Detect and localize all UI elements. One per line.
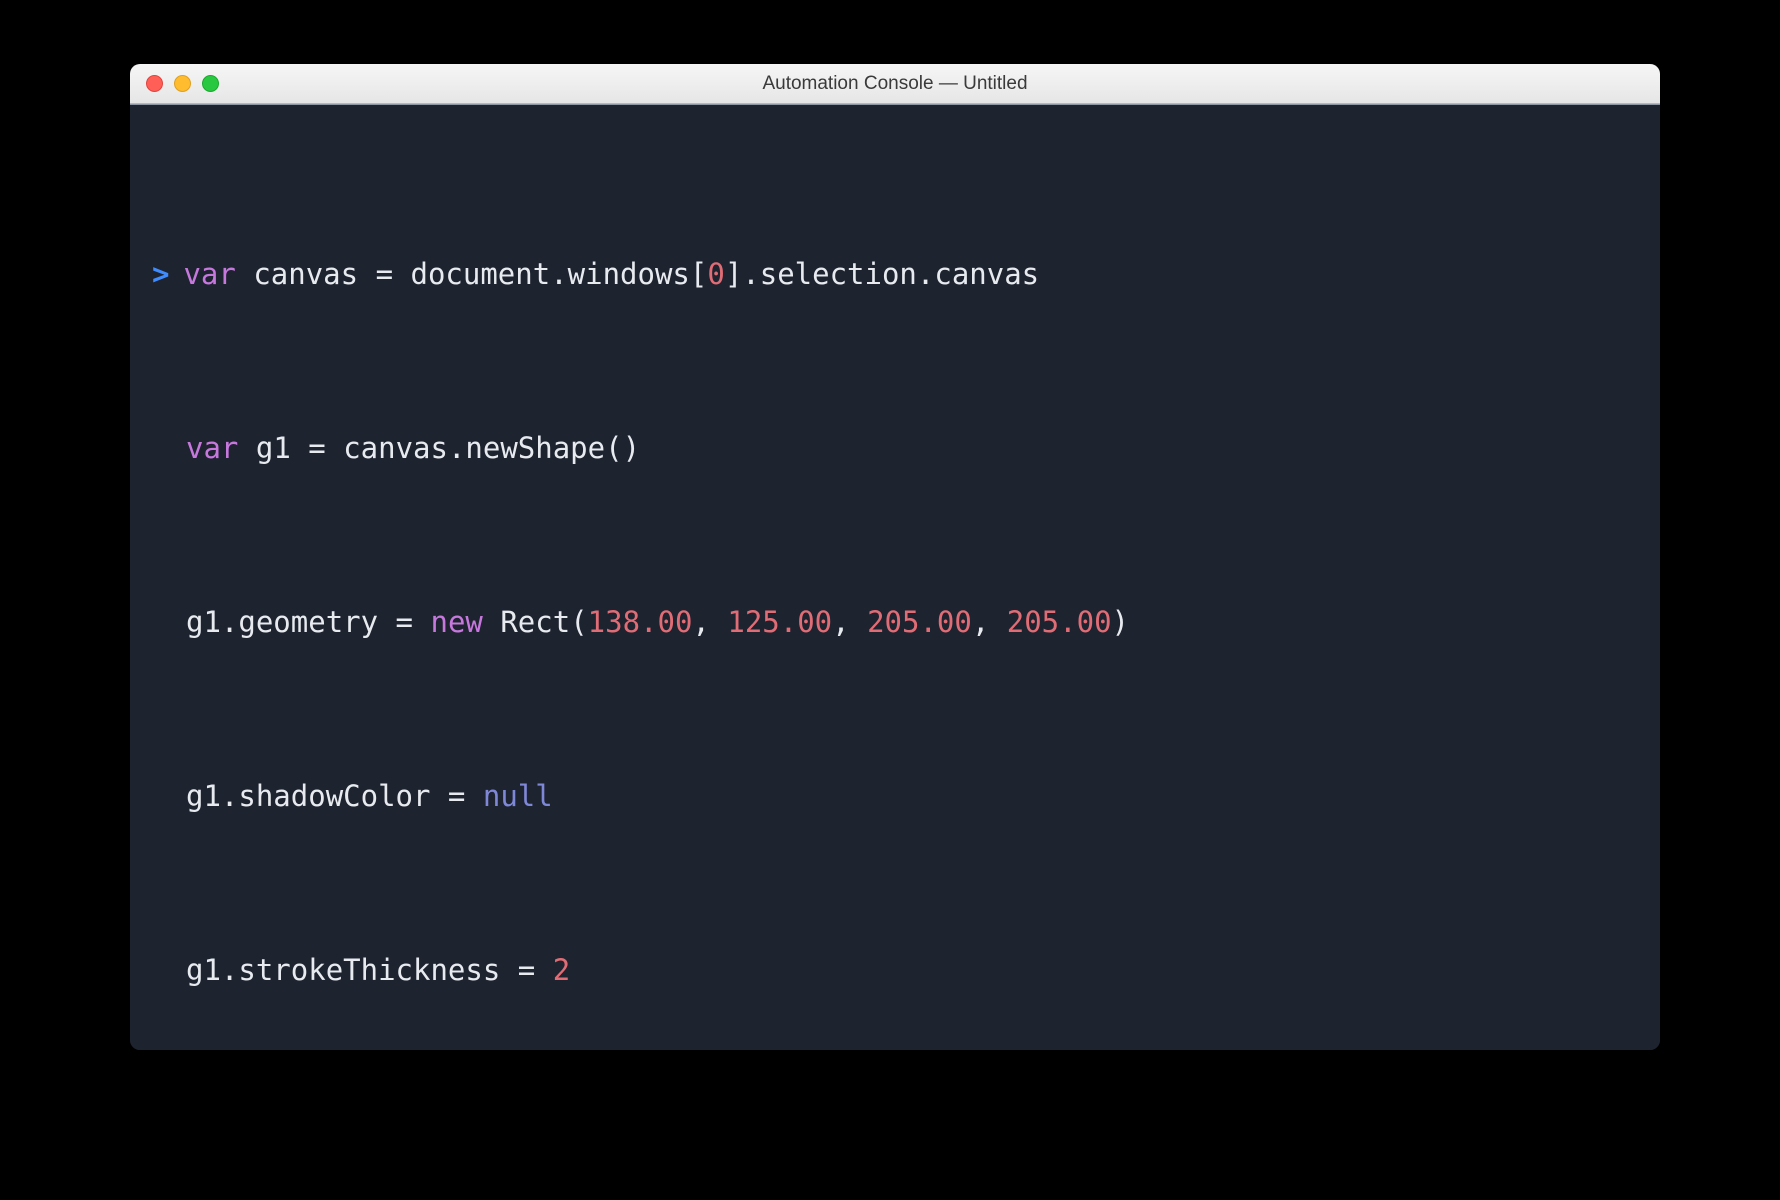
close-button[interactable] <box>146 75 163 92</box>
prompt-icon: > <box>152 245 169 303</box>
code-line-2: var g1 = canvas.newShape() <box>186 419 1638 477</box>
code-input[interactable]: > var canvas = document.windows[0].selec… <box>152 129 1638 1050</box>
input-pane[interactable]: > var canvas = document.windows[0].selec… <box>130 105 1660 1050</box>
maximize-button[interactable] <box>202 75 219 92</box>
traffic-lights <box>130 75 219 92</box>
code-line-4: g1.shadowColor = null <box>186 767 1638 825</box>
titlebar[interactable]: Automation Console — Untitled <box>130 64 1660 104</box>
minimize-button[interactable] <box>174 75 191 92</box>
code-line-1: > var canvas = document.windows[0].selec… <box>152 245 1638 303</box>
code-text: var canvas = document.windows[0].selecti… <box>183 245 1039 303</box>
window-title: Automation Console — Untitled <box>130 73 1660 95</box>
code-line-3: g1.geometry = new Rect(138.00, 125.00, 2… <box>186 593 1638 651</box>
console-window: Automation Console — Untitled > var canv… <box>130 64 1660 1050</box>
code-line-5: g1.strokeThickness = 2 <box>186 941 1638 999</box>
